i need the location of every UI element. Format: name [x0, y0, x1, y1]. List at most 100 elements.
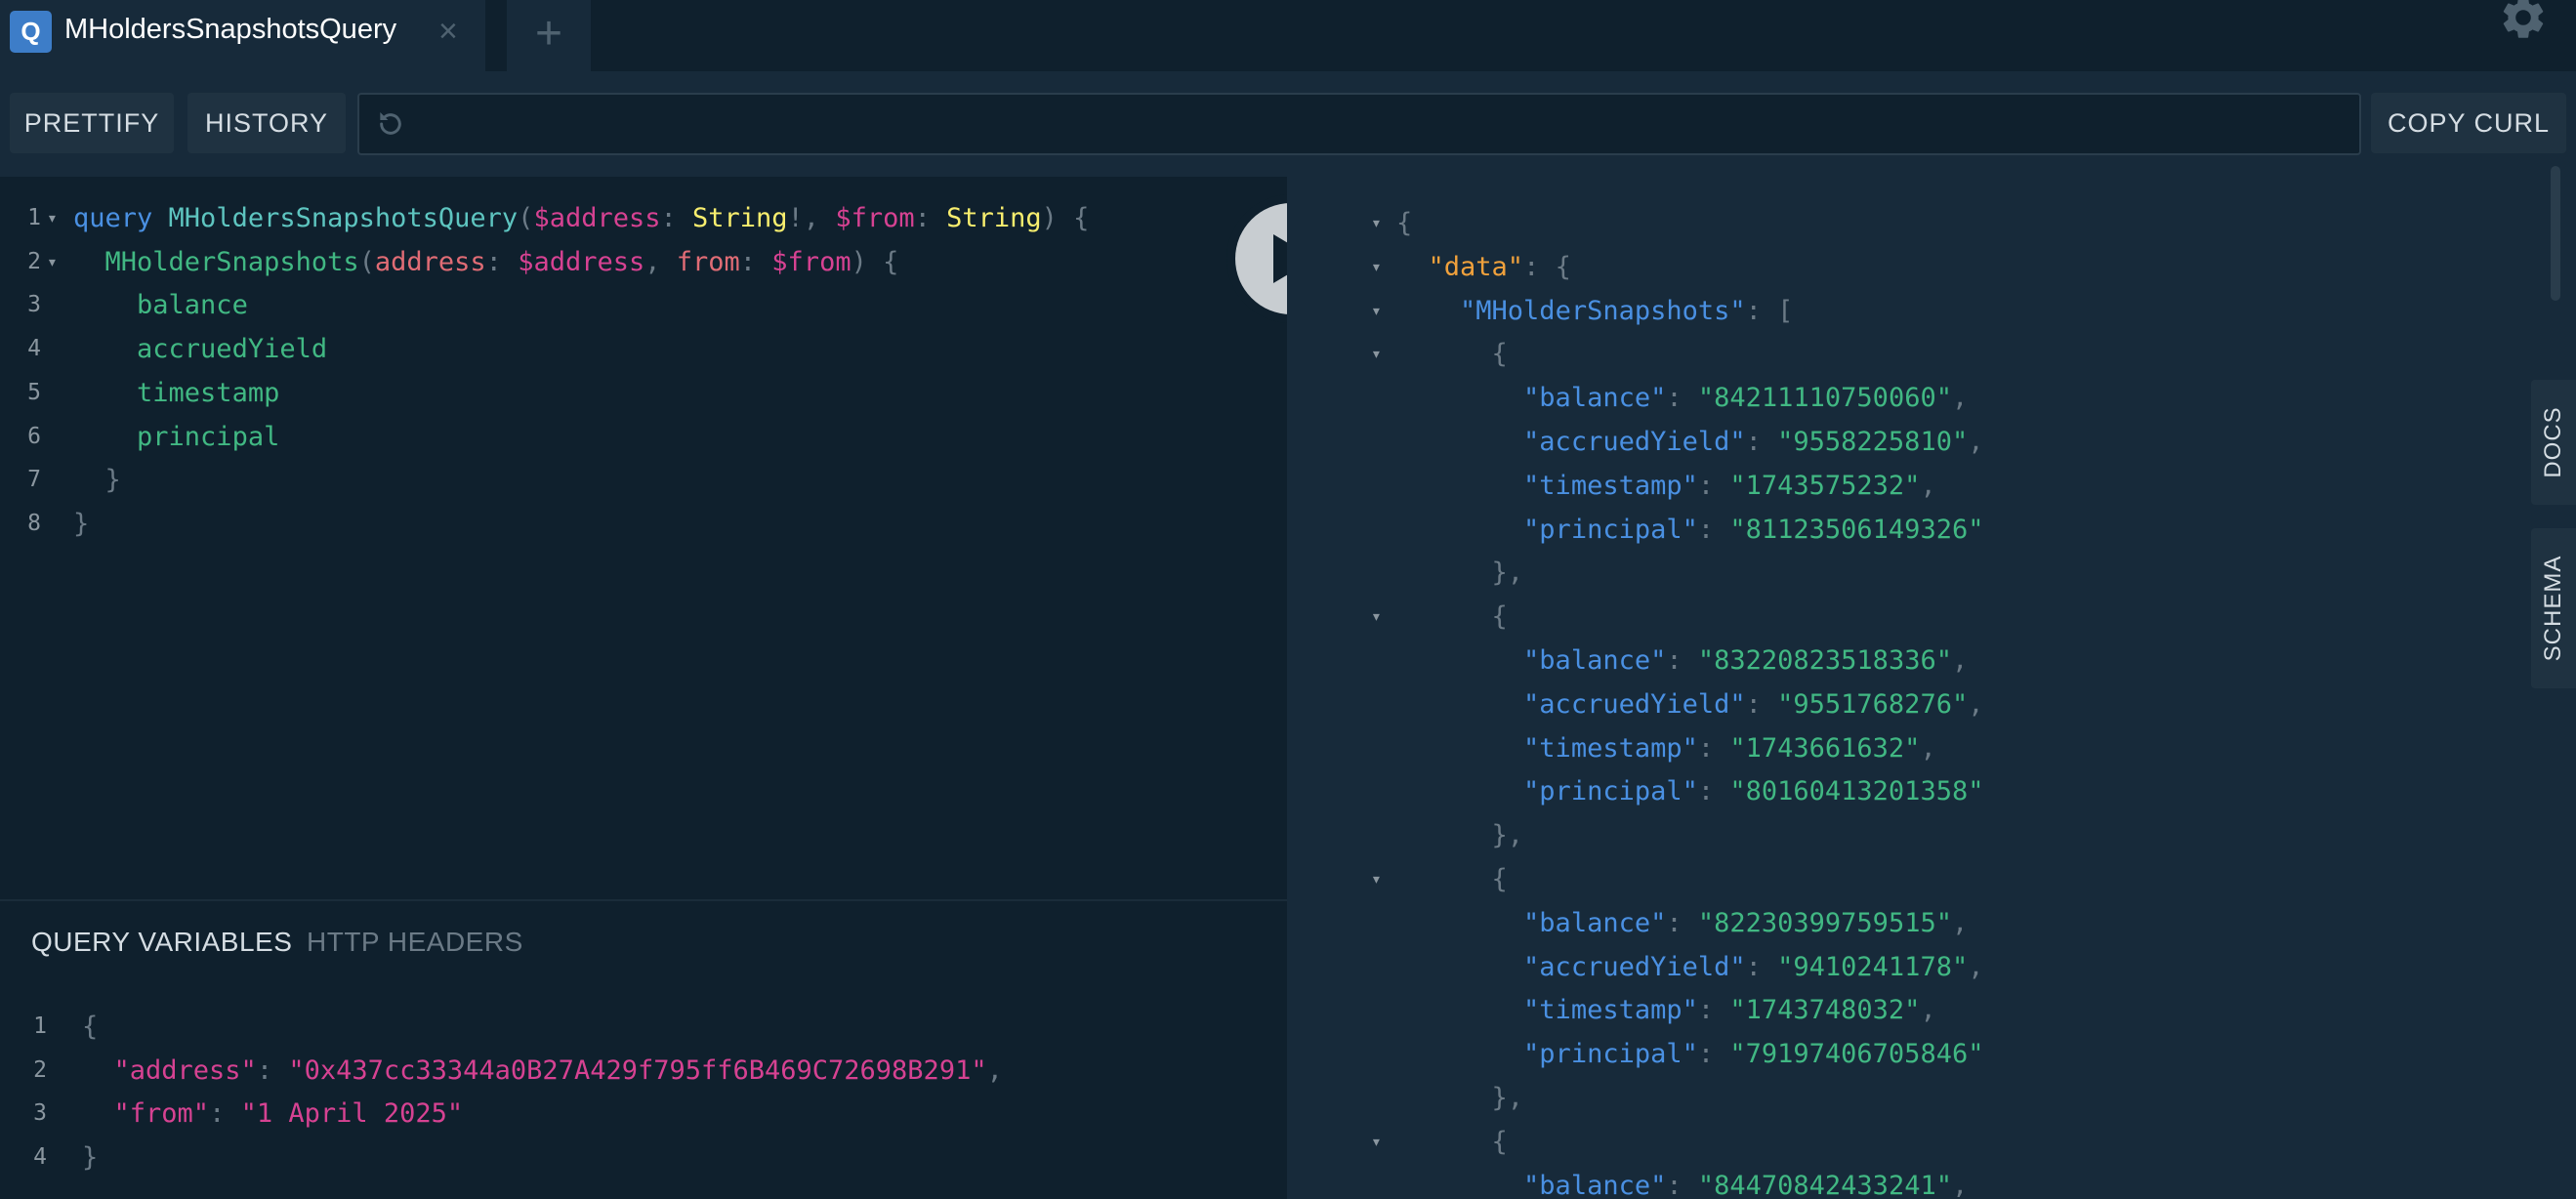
code-token: :: [1697, 514, 1730, 545]
code-token: :: [1745, 951, 1778, 982]
code-token: query: [73, 203, 169, 233]
code-token: :: [256, 1054, 289, 1086]
code-token: "84211110750060": [1697, 383, 1952, 414]
result-line: "accruedYield": "9558225810",: [1287, 420, 2498, 464]
code-token: {: [1396, 1126, 1508, 1157]
code-text: }: [73, 458, 121, 502]
fold-arrow-icon[interactable]: ▾: [1371, 1120, 1382, 1164]
fold-arrow-icon[interactable]: ▾: [1371, 857, 1382, 901]
result-line: "balance": "83220823518336",: [1287, 639, 2498, 682]
code-token: :: [660, 203, 692, 233]
variables-pane: QUERY VARIABLES HTTP HEADERS 1{2 "addres…: [0, 899, 1287, 1199]
prettify-button[interactable]: PRETTIFY: [10, 93, 174, 153]
result-line: },: [1287, 813, 2498, 857]
code-token: "timestamp": [1523, 470, 1698, 501]
fold-arrow-icon[interactable]: ▾: [1371, 332, 1382, 376]
gear-icon[interactable]: [2498, 0, 2549, 43]
code-token: },: [1396, 820, 1524, 851]
code-text: "balance": "82230399759515",: [1396, 901, 1968, 945]
query-editor[interactable]: 1 ▾ query MHoldersSnapshotsQuery($address:…: [0, 177, 1287, 899]
fold-arrow-icon[interactable]: ▾: [1371, 595, 1382, 639]
line-number: 7: [27, 467, 41, 493]
code-token: :: [1697, 732, 1730, 764]
tab-query[interactable]: Q MHoldersSnapshotsQuery ×: [0, 0, 485, 71]
result-line: "principal": "81123506149326": [1287, 508, 2498, 552]
fold-arrow-icon[interactable]: ▾: [47, 196, 58, 240]
result-line: ▾{: [1287, 201, 2498, 245]
code-text: "principal": "81123506149326": [1396, 508, 1983, 552]
code-text: }: [82, 1136, 98, 1179]
code-text: {: [1396, 595, 1508, 639]
code-token: }: [73, 508, 90, 539]
line-number: 6: [27, 423, 41, 449]
code-token: "82230399759515": [1697, 907, 1952, 938]
code-token: ,: [1968, 688, 1984, 720]
history-button[interactable]: HISTORY: [187, 93, 346, 153]
code-token: :: [1697, 470, 1730, 501]
code-token: String: [692, 203, 788, 233]
copy-curl-button[interactable]: COPY CURL: [2371, 93, 2566, 153]
code-line: 1 ▾ query MHoldersSnapshotsQuery($address:…: [0, 196, 1211, 240]
line-number: 5: [27, 379, 41, 405]
code-token: "principal": [1523, 776, 1698, 807]
code-token: "1743575232": [1729, 470, 1921, 501]
code-text: principal: [73, 415, 279, 459]
code-token: :: [1697, 995, 1730, 1026]
code-token: (: [518, 203, 534, 233]
code-token: address: [374, 246, 486, 277]
code-text: "accruedYield": "9551768276",: [1396, 682, 1983, 726]
fold-arrow-icon[interactable]: ▾: [47, 240, 58, 284]
schema-tab[interactable]: SCHEMA: [2531, 528, 2576, 688]
fold-arrow-icon[interactable]: ▾: [1371, 201, 1382, 245]
code-token: :: [739, 246, 772, 277]
code-token: {: [1396, 601, 1508, 633]
code-token: ,: [1951, 1170, 1969, 1197]
code-token: :: [1697, 776, 1730, 807]
fold-arrow-icon[interactable]: ▾: [1371, 245, 1382, 289]
code-token: $address: [518, 246, 645, 277]
code-text: "timestamp": "1743575232",: [1396, 464, 1936, 508]
code-text: "from": "1 April 2025": [82, 1092, 464, 1136]
code-token: "1 April 2025": [240, 1098, 464, 1130]
tab-query-variables[interactable]: QUERY VARIABLES: [31, 927, 292, 958]
close-icon[interactable]: ×: [438, 12, 458, 51]
code-token: "timestamp": [1523, 995, 1698, 1026]
code-token: {: [1396, 339, 1508, 370]
endpoint-url-input[interactable]: [357, 93, 2361, 155]
line-number: 8: [27, 510, 41, 536]
variables-line: 4}: [0, 1136, 1211, 1179]
code-line: 7 }: [0, 458, 1211, 502]
code-text: "timestamp": "1743661632",: [1396, 726, 1936, 770]
fold-arrow-icon[interactable]: ▾: [1371, 289, 1382, 333]
tab-http-headers[interactable]: HTTP HEADERS: [307, 927, 523, 958]
history-icon[interactable]: [375, 108, 406, 140]
code-token: :: [1666, 1170, 1698, 1197]
code-token: :: [1745, 427, 1778, 457]
docs-tab[interactable]: DOCS: [2531, 380, 2576, 505]
code-token: "data": [1428, 251, 1524, 282]
code-token: "0x437cc33344a0B27A429f795ff6B469C72698B…: [288, 1054, 987, 1086]
code-line: 2 ▾ MHolderSnapshots(address: $address, f…: [0, 240, 1211, 284]
code-token: "principal": [1523, 514, 1698, 545]
tab-bar: Q MHoldersSnapshotsQuery × +: [0, 0, 2576, 71]
add-tab-button[interactable]: +: [507, 0, 591, 71]
result-line: "timestamp": "1743661632",: [1287, 726, 2498, 770]
code-token: ) {: [851, 246, 899, 277]
code-token: !,: [787, 203, 836, 233]
code-token: "balance": [1523, 907, 1667, 938]
code-text: }: [73, 502, 89, 546]
code-token: "1743661632": [1729, 732, 1921, 764]
code-token: ,: [1920, 995, 1936, 1026]
result-line: "balance": "84470842433241",: [1287, 1164, 2498, 1197]
code-token: ,: [1920, 470, 1936, 501]
code-token: balance: [137, 290, 248, 321]
result-scrollbar[interactable]: [2551, 166, 2560, 301]
result-line: "balance": "84211110750060",: [1287, 376, 2498, 420]
